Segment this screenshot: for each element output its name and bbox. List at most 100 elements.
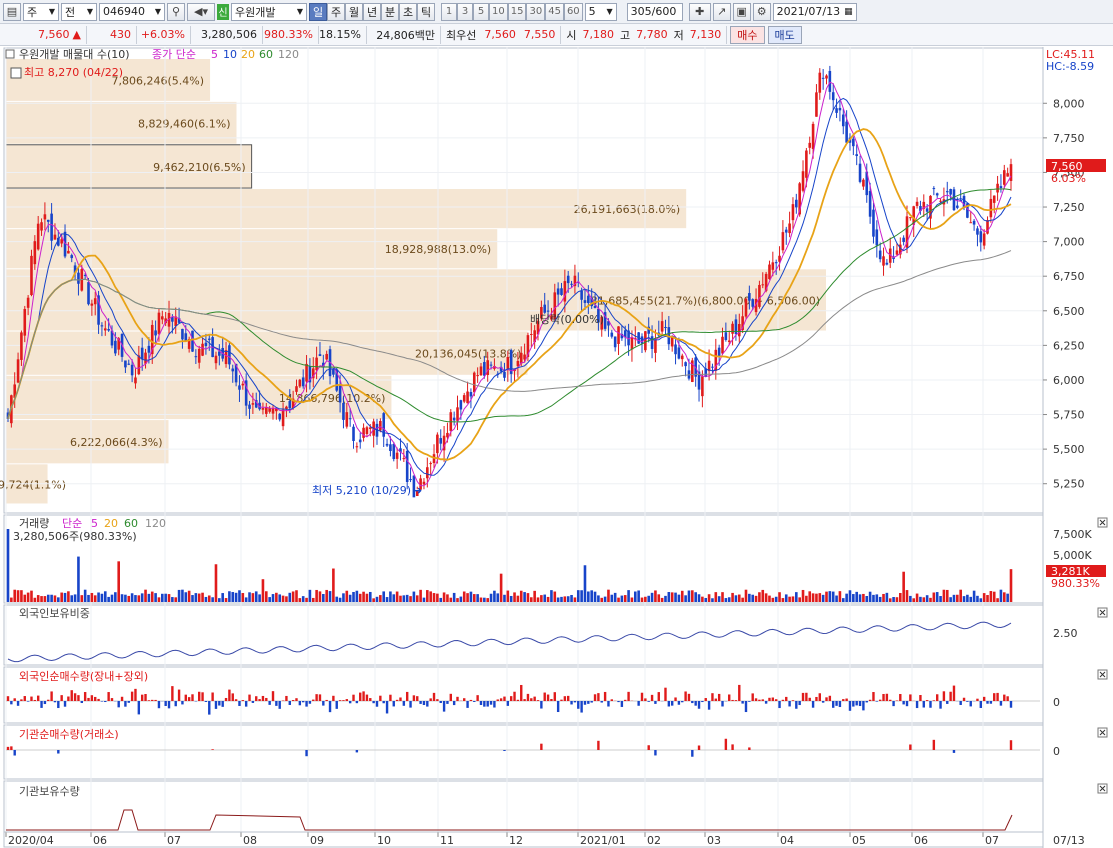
- foreign-net-bar: [1006, 696, 1009, 701]
- candle-body: [932, 188, 936, 190]
- prev-select[interactable]: 전 ▼: [61, 2, 97, 21]
- candle-body: [795, 199, 798, 208]
- volume-bar: [392, 594, 396, 602]
- market-select[interactable]: 주 ▼: [23, 2, 59, 21]
- stock-name-field[interactable]: 우원개발 ▼: [231, 2, 307, 21]
- volume-bar: [462, 591, 466, 602]
- foreign-net-bar: [399, 697, 402, 701]
- foreign-net-bar: [962, 697, 966, 701]
- period-tab-2[interactable]: 월: [345, 2, 363, 21]
- volume-bar: [140, 593, 144, 602]
- volume-bar: [627, 590, 630, 602]
- candle-body: [825, 75, 828, 79]
- interval-button-30[interactable]: 30: [526, 2, 546, 21]
- candle-body: [902, 237, 905, 242]
- candle-body: [791, 204, 795, 221]
- foreign-net-bar: [214, 701, 218, 709]
- foreign-net-bar: [872, 692, 875, 701]
- volume-bar: [10, 597, 13, 602]
- period-tab-1[interactable]: 주: [327, 2, 345, 21]
- volume-bar: [986, 595, 989, 602]
- foreign-net-bar: [154, 699, 157, 701]
- volume-bar: [865, 596, 869, 602]
- profile-label: 14,866,796(10.2%): [279, 392, 386, 405]
- interval-button-3[interactable]: 3: [457, 2, 473, 21]
- interval-button-5[interactable]: 5: [473, 2, 489, 21]
- foreign-net-bar: [224, 697, 228, 701]
- foreign-net-bar: [768, 697, 771, 701]
- volume-bar: [87, 594, 90, 602]
- foreign-net-bar: [858, 701, 862, 707]
- period-tab-6[interactable]: 틱: [417, 2, 435, 21]
- foreign-net-bar: [308, 701, 312, 704]
- volume-bar: [459, 596, 463, 602]
- layout-icon[interactable]: ▤: [3, 2, 21, 21]
- grid-icon[interactable]: [10, 67, 22, 79]
- date-field[interactable]: 2021/07/13 ▦: [772, 2, 857, 21]
- crosshair-icon[interactable]: ✚: [688, 2, 711, 21]
- stock-code-input[interactable]: 046940 ▼: [99, 2, 165, 21]
- volume-bar: [949, 597, 952, 602]
- period-tab-3[interactable]: 년: [363, 2, 381, 21]
- foreign-net-bar: [838, 701, 842, 708]
- candle-body: [462, 395, 466, 402]
- period-tab-0[interactable]: 일: [309, 2, 327, 21]
- sell-button[interactable]: 매도: [767, 25, 802, 44]
- buy-button[interactable]: 매수: [730, 25, 765, 44]
- candle-body: [805, 150, 808, 178]
- foreign-net-bar: [979, 701, 983, 708]
- interval-button-45[interactable]: 45: [545, 2, 564, 21]
- volume-bar: [13, 589, 17, 602]
- foreign-net-bar: [362, 691, 365, 701]
- period-tab-5[interactable]: 초: [399, 2, 417, 21]
- volume-bar: [962, 596, 966, 602]
- foreign-net-bar: [959, 701, 962, 705]
- volume-bar: [181, 589, 184, 602]
- foreign-net-bar: [922, 701, 925, 708]
- foreign-net-bar: [104, 701, 107, 703]
- volume-bar: [197, 593, 201, 602]
- foreign-net-bar: [717, 693, 721, 701]
- range-field[interactable]: 305/600: [626, 2, 683, 21]
- volume-bar: [161, 593, 164, 602]
- volume-bar: [878, 596, 882, 602]
- volume-bar: [727, 597, 731, 602]
- interval-button-15[interactable]: 15: [507, 2, 527, 21]
- foreign-net-bar: [899, 694, 902, 701]
- inst-hold-title: 기관보유수량: [19, 785, 80, 798]
- volume-bar: [714, 592, 718, 602]
- foreign-net-bar: [577, 701, 580, 709]
- chart-tools-icon[interactable]: ↗: [712, 2, 731, 21]
- best-quote: 최우선 7,560 7,550: [441, 25, 562, 44]
- volume-bar: [177, 589, 181, 602]
- candle-body: [436, 434, 439, 454]
- volume-bar: [650, 592, 654, 602]
- volume-bar: [566, 596, 570, 602]
- volume-bar: [657, 594, 661, 602]
- candle-body: [224, 350, 228, 365]
- volume-bar: [36, 595, 40, 602]
- foreign-net-bar: [359, 692, 362, 701]
- y-tick-label: 7,000: [1053, 236, 1085, 249]
- interval-button-60[interactable]: 60: [563, 2, 583, 21]
- volume-bar: [150, 591, 154, 602]
- period-tab-4[interactable]: 분: [381, 2, 399, 21]
- volume-bar: [60, 592, 63, 602]
- candle-body: [982, 233, 986, 246]
- candle-body: [114, 340, 117, 354]
- save-icon[interactable]: ▣: [732, 2, 751, 21]
- sound-icon[interactable]: ◀▾: [187, 2, 215, 21]
- stock-chart[interactable]: 1,599,724(1.1%) 6,222,066(4.3%) 14,866,796…: [0, 47, 1113, 848]
- volume-bar: [134, 595, 137, 602]
- foreign-net-bar: [603, 691, 607, 701]
- search-icon[interactable]: ⚲: [167, 2, 185, 21]
- interval-button-10[interactable]: 10: [489, 2, 508, 21]
- foreign-net-bar: [996, 692, 999, 701]
- quote-bar: 7,560 ▲ 430 +6.03% 3,280,506 980.33% 18.…: [0, 24, 1113, 46]
- count-select[interactable]: 5 ▼: [584, 2, 617, 21]
- foreign-net-bar: [416, 696, 419, 701]
- candle-body: [939, 200, 942, 202]
- settings-icon[interactable]: ⚙: [752, 2, 771, 21]
- volume-bar: [868, 591, 872, 602]
- interval-button-1[interactable]: 1: [441, 2, 457, 21]
